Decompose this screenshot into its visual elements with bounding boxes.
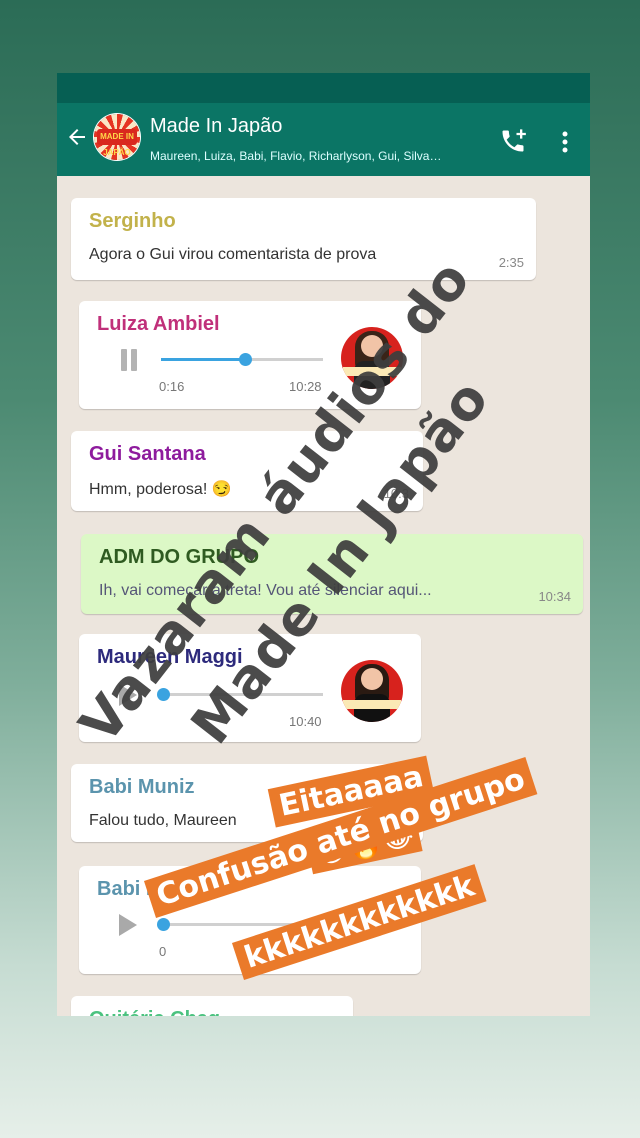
message-bubble[interactable]: Quitéria Chag: [71, 996, 353, 1016]
play-icon[interactable]: [119, 914, 137, 936]
group-title[interactable]: Made In Japão: [150, 115, 282, 138]
message-text: Ih, vai começar a treta! Vou até silenci…: [99, 582, 432, 599]
add-call-icon[interactable]: [499, 127, 527, 155]
group-members: Maureen, Luiza, Babi, Flavio, Richarlyso…: [150, 149, 442, 163]
sender-name: Quitéria Chag: [89, 1008, 220, 1016]
chat-header: MADE IN JAPÃO Made In Japão Maureen, Lui…: [57, 103, 590, 176]
message-text: Hmm, poderosa! 😏: [89, 479, 232, 499]
sender-name: Serginho: [89, 210, 176, 232]
message-text-content: Hmm, poderosa!: [89, 481, 208, 498]
sender-avatar: [341, 660, 403, 722]
more-vert-icon[interactable]: [557, 129, 573, 155]
logo-label: MADE IN JAPÃO: [97, 129, 137, 157]
audio-seek-handle[interactable]: [157, 918, 170, 931]
group-avatar[interactable]: MADE IN JAPÃO: [94, 114, 140, 160]
sender-name: Gui Santana: [89, 443, 206, 465]
message-time: 10:40: [289, 714, 322, 729]
audio-elapsed: 0:16: [159, 379, 185, 394]
message-text: Falou tudo, Maureen: [89, 812, 237, 829]
message-text: Agora o Gui virou comentarista de prova: [89, 246, 377, 263]
message-time: 2:35: [498, 255, 524, 270]
audio-seek-handle[interactable]: [239, 353, 252, 366]
message-time: 10:34: [538, 589, 571, 604]
pause-icon[interactable]: [119, 349, 139, 371]
audio-elapsed: 0: [159, 944, 167, 959]
status-bar: [57, 73, 590, 103]
message-time: 10:28: [289, 379, 322, 394]
smirk-emoji: 😏: [211, 481, 232, 498]
sender-name: Luiza Ambiel: [97, 313, 220, 335]
back-arrow-icon[interactable]: [65, 125, 89, 149]
